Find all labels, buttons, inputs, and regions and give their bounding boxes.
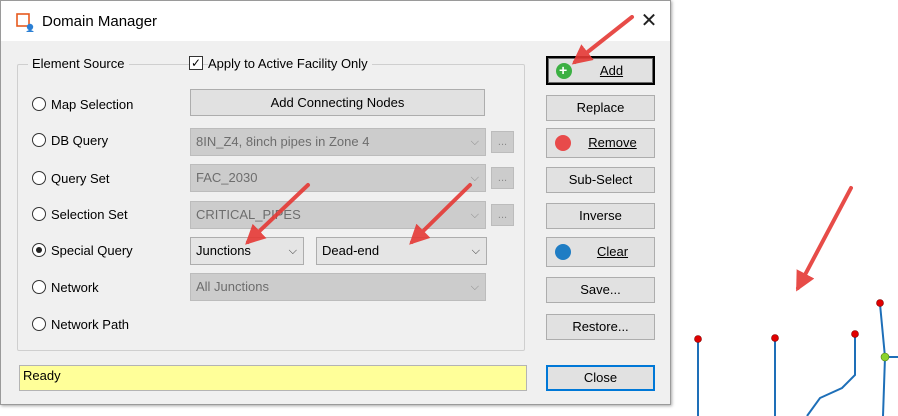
radio-query-set[interactable] [32, 171, 46, 185]
special-query-filter-dropdown[interactable]: Dead-end ⌵ [316, 237, 487, 265]
save-button[interactable]: Save... [546, 277, 655, 303]
network-dropdown[interactable]: All Junctions ⌵ [190, 273, 486, 301]
radio-network-path-label[interactable]: Network Path [51, 317, 129, 332]
window-title: Domain Manager [42, 13, 158, 30]
remove-button[interactable]: Remove [546, 128, 655, 158]
inverse-button[interactable]: Inverse [546, 203, 655, 229]
title-bar[interactable]: Domain Manager ✕ [1, 1, 670, 41]
clear-button-label: Clear [596, 244, 629, 259]
dead-end-node[interactable] [771, 334, 779, 342]
add-connecting-nodes-button[interactable]: Add Connecting Nodes [190, 89, 485, 116]
radio-map-selection-label[interactable]: Map Selection [51, 97, 133, 112]
radio-special-query-label[interactable]: Special Query [51, 243, 133, 258]
sub-select-button[interactable]: Sub-Select [546, 167, 655, 193]
remove-icon [555, 135, 571, 151]
radio-selection-set-label[interactable]: Selection Set [51, 207, 128, 222]
radio-network-path[interactable] [32, 317, 46, 331]
clear-button[interactable]: Clear [546, 237, 655, 267]
dead-end-node[interactable] [694, 335, 702, 343]
radio-query-set-label[interactable]: Query Set [51, 171, 110, 186]
network-value: All Junctions [196, 279, 269, 294]
apply-active-facility-label[interactable]: Apply to Active Facility Only [208, 56, 372, 71]
chevron-down-icon: ⌵ [470, 281, 479, 293]
element-source-label: Element Source [28, 56, 129, 71]
apply-active-facility-checkbox[interactable]: ✓ [189, 56, 203, 70]
remove-button-label: Remove [588, 135, 637, 150]
radio-selection-set[interactable] [32, 207, 46, 221]
selection-set-dropdown[interactable]: CRITICAL_PIPES ⌵ [190, 201, 486, 229]
add-button-label: Add [599, 63, 624, 78]
radio-db-query-label[interactable]: DB Query [51, 133, 108, 148]
window-close-icon[interactable]: ✕ [637, 9, 661, 33]
query-set-dropdown[interactable]: FAC_2030 ⌵ [190, 164, 486, 192]
special-query-type-dropdown[interactable]: Junctions ⌵ [190, 237, 304, 265]
status-field: Ready [19, 365, 527, 391]
chevron-down-icon: ⌵ [470, 136, 479, 148]
chevron-down-icon: ⌵ [470, 172, 479, 184]
query-set-value: FAC_2030 [196, 170, 258, 185]
radio-map-selection[interactable] [32, 97, 46, 111]
radio-network-label[interactable]: Network [51, 280, 99, 295]
junction-node[interactable] [880, 352, 890, 362]
query-set-browse-button[interactable]: ... [491, 167, 514, 189]
db-query-dropdown[interactable]: 8IN_Z4, 8inch pipes in Zone 4 ⌵ [190, 128, 486, 156]
domain-manager-app-icon [16, 13, 34, 32]
restore-button[interactable]: Restore... [546, 314, 655, 340]
plus-icon: + [559, 62, 568, 78]
radio-selected-dot [36, 247, 42, 253]
dead-end-node[interactable] [851, 330, 859, 338]
pipe-segment [806, 335, 856, 416]
close-button[interactable]: Close [546, 365, 655, 391]
radio-network[interactable] [32, 280, 46, 294]
db-query-browse-button[interactable]: ... [491, 131, 514, 153]
radio-special-query[interactable] [32, 243, 46, 257]
special-query-filter-value: Dead-end [322, 243, 380, 258]
selection-set-value: CRITICAL_PIPES [196, 207, 301, 222]
domain-manager-dialog: Domain Manager ✕ Element Source ✓ Apply … [0, 0, 671, 405]
dead-end-node[interactable] [876, 299, 884, 307]
clear-icon [555, 244, 571, 260]
selection-set-browse-button[interactable]: ... [491, 204, 514, 226]
replace-button[interactable]: Replace [546, 95, 655, 121]
db-query-value: 8IN_Z4, 8inch pipes in Zone 4 [196, 134, 370, 149]
add-button[interactable]: + Add [546, 56, 655, 85]
map-network-view[interactable] [672, 0, 898, 416]
chevron-down-icon: ⌵ [288, 245, 297, 257]
chevron-down-icon: ⌵ [470, 209, 479, 221]
chevron-down-icon: ⌵ [471, 245, 480, 257]
radio-db-query[interactable] [32, 133, 46, 147]
special-query-type-value: Junctions [196, 243, 251, 258]
